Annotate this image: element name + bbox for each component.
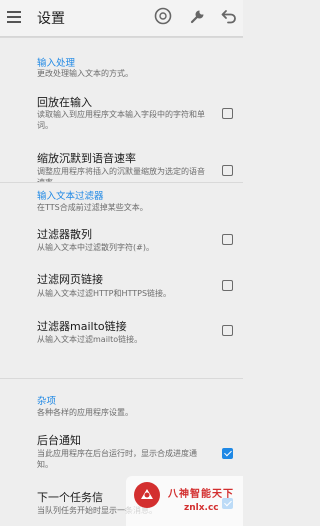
section-summary: 更改处理输入文本的方式。 xyxy=(37,69,133,78)
setting-title: 回放在输入 xyxy=(37,96,92,109)
section-input-processing: 输入处理 更改处理输入文本的方式。 回放在输入 读取输入到应用程序文本输入字段中… xyxy=(0,37,243,187)
filter-hash-checkbox[interactable] xyxy=(222,234,233,245)
settings-list: 输入处理 更改处理输入文本的方式。 回放在输入 读取输入到应用程序文本输入字段中… xyxy=(0,37,243,526)
app-toolbar: 设置 xyxy=(0,0,243,37)
section-title: 杂项 xyxy=(37,396,57,407)
watermark-logo-icon xyxy=(134,482,160,508)
background-notification-checkbox[interactable] xyxy=(222,448,233,459)
divider xyxy=(0,378,243,379)
filter-web-links-checkbox[interactable] xyxy=(222,280,233,291)
watermark-url: znlx.cc xyxy=(184,503,219,513)
undo-icon[interactable] xyxy=(220,7,238,25)
setting-summary: 从输入文本过滤HTTP和HTTPS链接。 xyxy=(37,289,172,298)
divider xyxy=(0,182,243,183)
setting-title: 过滤网页链接 xyxy=(37,273,103,286)
filter-mailto-checkbox[interactable] xyxy=(222,325,233,336)
playback-input-checkbox[interactable] xyxy=(222,108,233,119)
help-icon[interactable] xyxy=(154,7,172,25)
wrench-icon[interactable] xyxy=(189,7,207,25)
hamburger-menu-icon[interactable] xyxy=(6,10,22,24)
setting-summary: 从输入文本过滤mailto链接。 xyxy=(37,335,143,344)
section-text-filters: 输入文本过滤器 在TTS合成前过滤掉某些文本。 过滤器散列 从输入文本中过滤散列… xyxy=(0,182,243,378)
setting-summary: 从输入文本中过滤散列字符(#)。 xyxy=(37,243,154,252)
divider xyxy=(0,37,243,38)
section-summary: 各种各样的应用程序设置。 xyxy=(37,408,133,417)
watermark: 八神智能天下 znlx.cc xyxy=(126,476,243,526)
setting-title: 后台通知 xyxy=(37,434,81,447)
setting-title: 缩放沉默到语音速率 xyxy=(37,152,136,165)
section-title: 输入处理 xyxy=(37,58,76,69)
setting-summary: 当此应用程序在后台运行时，显示合成进度通知。 xyxy=(37,449,197,469)
setting-title: 过滤器散列 xyxy=(37,228,92,241)
setting-summary: 读取输入到应用程序文本输入字段中的字符和单词。 xyxy=(37,110,205,130)
setting-title: 过滤器mailto链接 xyxy=(37,320,127,333)
page-title: 设置 xyxy=(37,11,65,27)
section-title: 输入文本过滤器 xyxy=(37,191,104,202)
section-summary: 在TTS合成前过滤掉某些文本。 xyxy=(37,203,148,212)
scale-silence-checkbox[interactable] xyxy=(222,165,233,176)
setting-title: 下一个任务信 xyxy=(37,491,103,504)
watermark-name: 八神智能天下 xyxy=(168,489,234,500)
